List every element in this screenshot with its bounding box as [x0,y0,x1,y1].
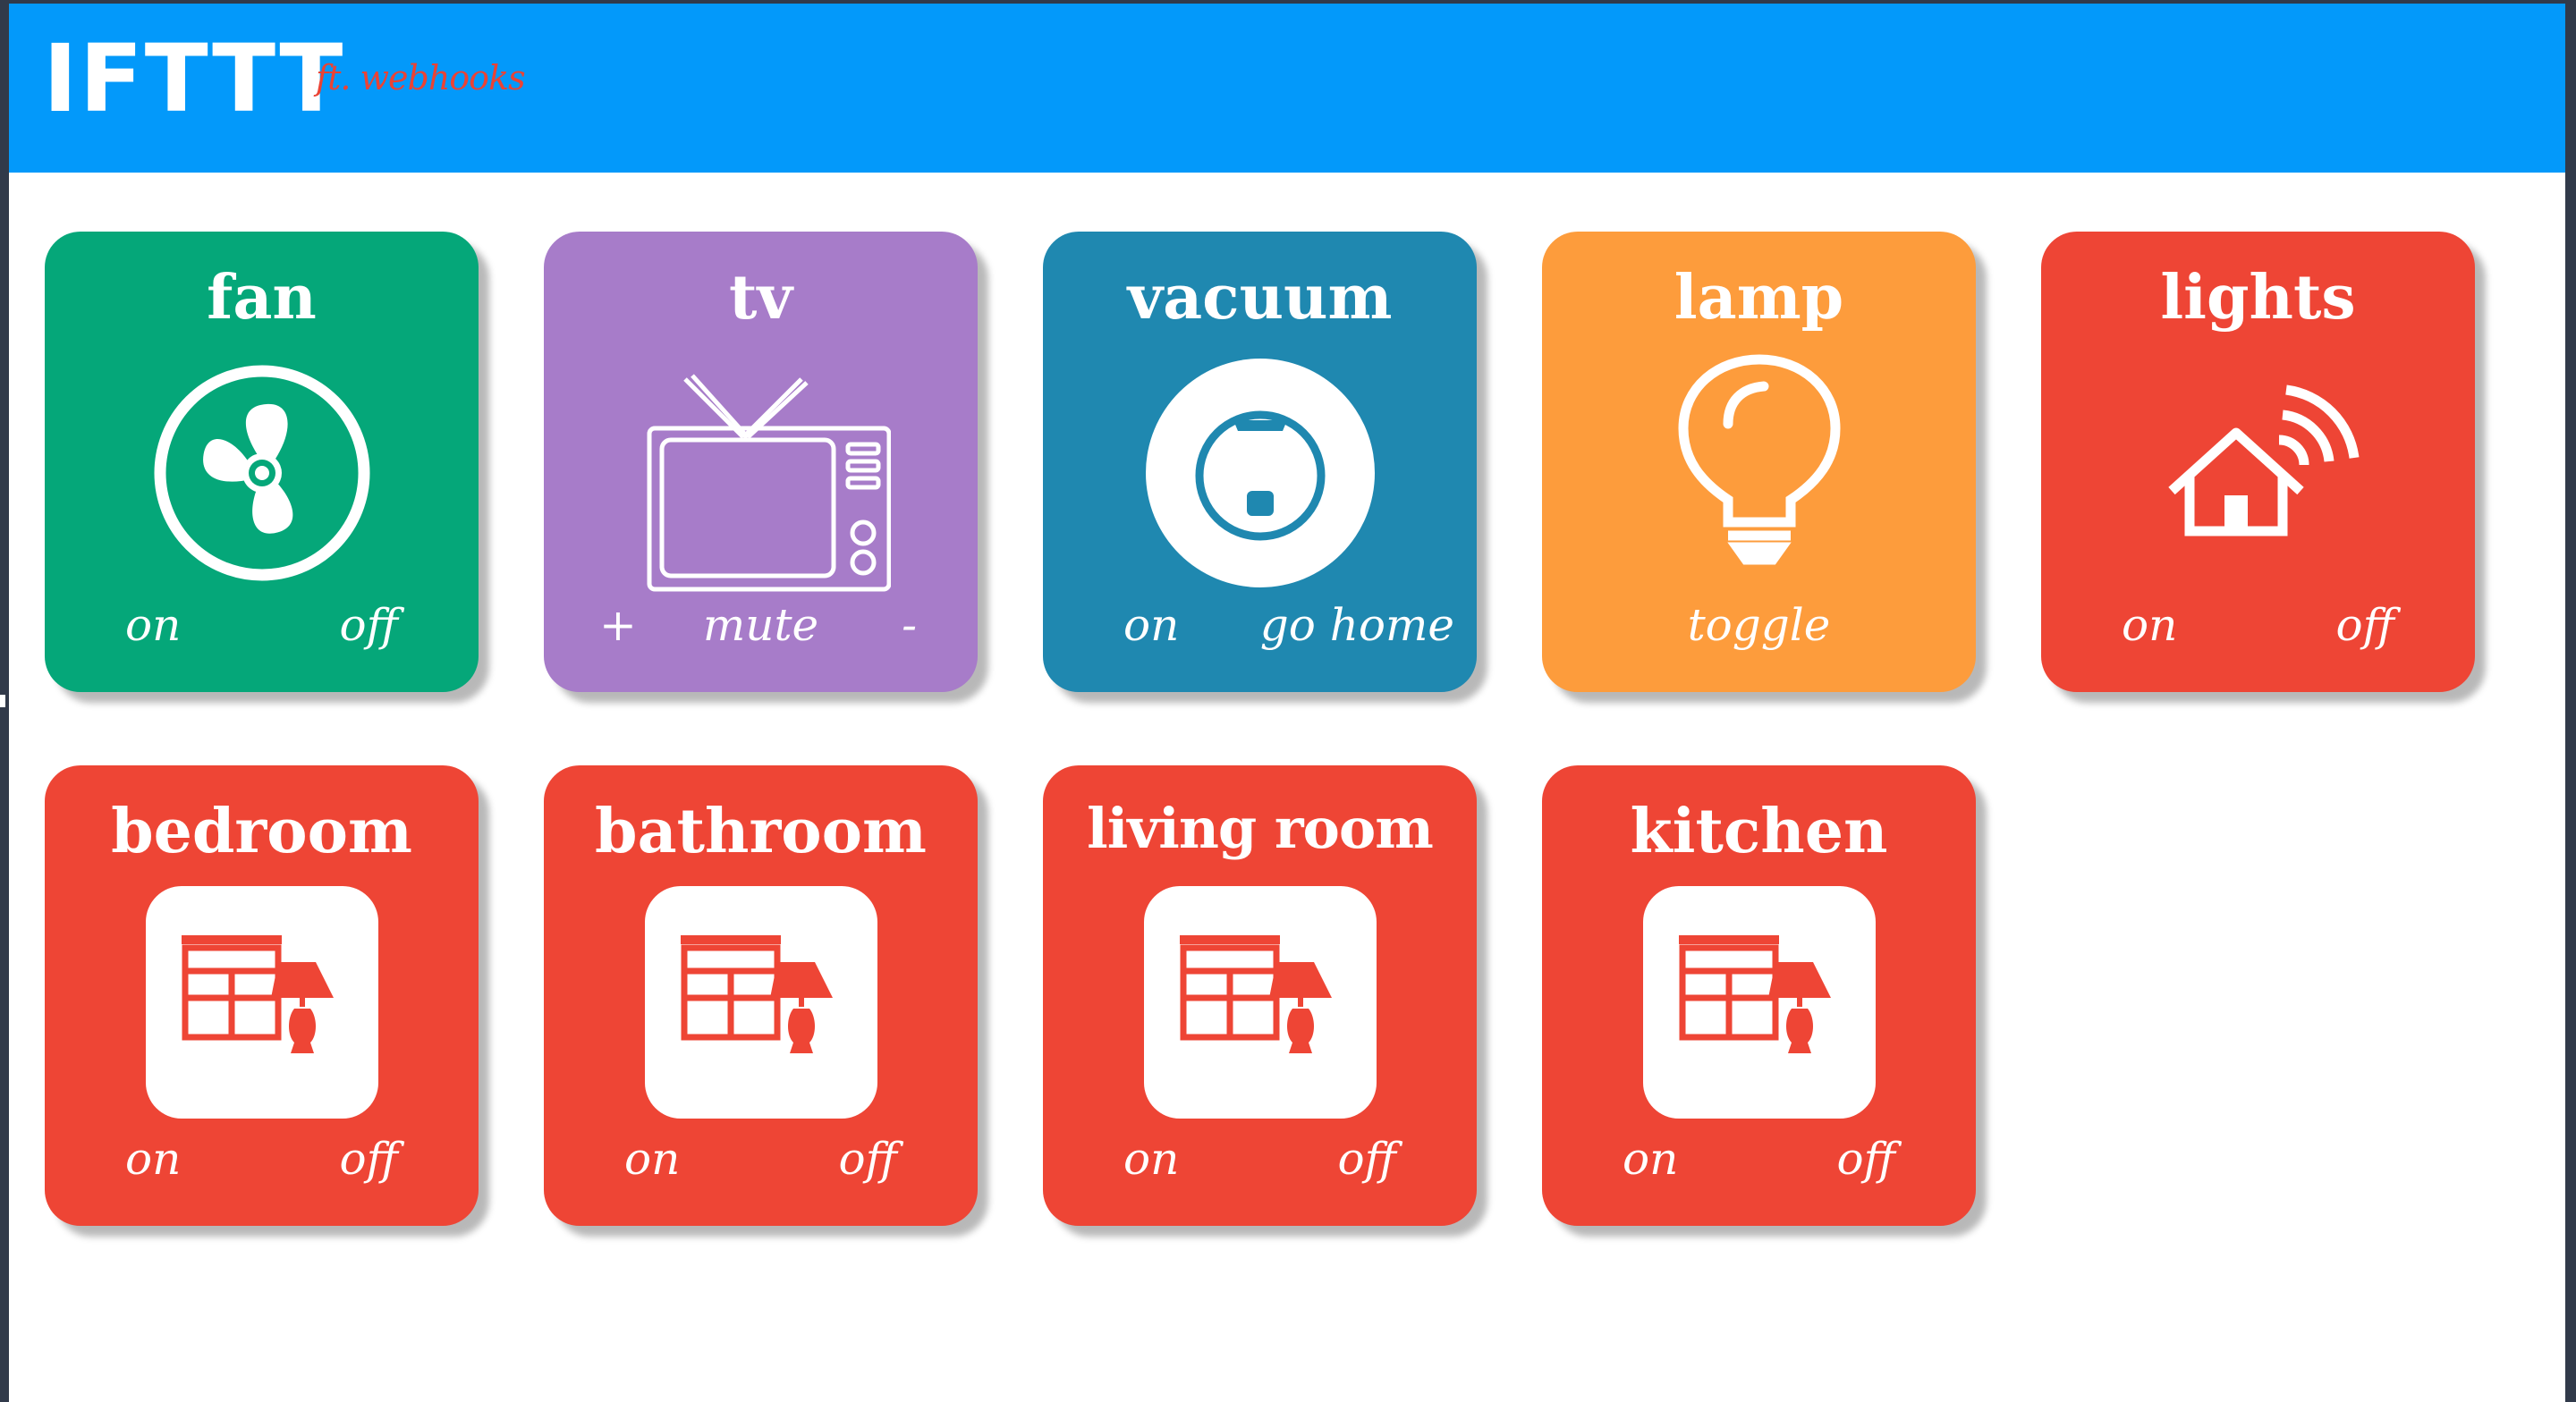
app-window: IFTTT ft. webhooks fan on off tv + mute … [9,4,2565,1402]
tile-tv: tv + mute - [544,232,978,692]
tile-title: bedroom [111,796,412,867]
living-room-off-button[interactable]: off [1337,1136,1396,1181]
tile-title: tv [729,262,792,334]
room-lamp-icon [1542,886,1976,1128]
fan-on-button[interactable]: on [125,603,181,647]
tile-title: kitchen [1630,796,1888,867]
room-lamp-icon [45,886,479,1128]
tile-title: fan [207,262,317,334]
tile-title: lamp [1674,262,1844,334]
room-lamp-icon [544,886,978,1128]
room-lamp-icon [1043,886,1477,1128]
window-edge-marker [0,695,5,707]
tile-title: lights [2160,262,2356,334]
smart-home-icon [2041,352,2475,594]
tile-title: bathroom [595,796,927,867]
lamp-toggle-button[interactable]: toggle [1542,603,1976,647]
kitchen-on-button[interactable]: on [1623,1136,1678,1181]
lightbulb-icon [1542,352,1976,594]
tile-title: living room [1087,796,1434,861]
bedroom-off-button[interactable]: off [339,1136,398,1181]
bathroom-off-button[interactable]: off [838,1136,897,1181]
tile-bathroom: bathroom on off [544,765,978,1226]
room-icon-box [644,886,877,1119]
vacuum-on-button[interactable]: on [1123,603,1179,647]
tile-living-room: living room on off [1043,765,1477,1226]
tv-mute-button[interactable]: mute [696,603,826,647]
fan-icon [45,352,479,594]
tile-lamp: lamp toggle [1542,232,1976,692]
lights-on-button[interactable]: on [2122,603,2177,647]
room-icon-box [145,886,378,1119]
tile-grid: fan on off tv + mute - vacuum on go home… [9,4,2565,1402]
tv-volume-down-button[interactable]: - [902,603,917,647]
tile-title: vacuum [1127,262,1393,334]
robot-vacuum-icon [1043,352,1477,594]
room-icon-box [1642,886,1876,1119]
tile-fan: fan on off [45,232,479,692]
kitchen-off-button[interactable]: off [1836,1136,1895,1181]
tile-bedroom: bedroom on off [45,765,479,1226]
lights-off-button[interactable]: off [2335,603,2394,647]
tv-icon [544,352,978,594]
living-room-on-button[interactable]: on [1123,1136,1179,1181]
tile-lights: lights on off [2041,232,2475,692]
fan-off-button[interactable]: off [339,603,398,647]
tile-kitchen: kitchen on off [1542,765,1976,1226]
tile-vacuum: vacuum on go home [1043,232,1477,692]
room-icon-box [1143,886,1377,1119]
bedroom-on-button[interactable]: on [125,1136,181,1181]
tv-volume-up-button[interactable]: + [599,603,637,647]
bathroom-on-button[interactable]: on [624,1136,680,1181]
vacuum-go-home-button[interactable]: go home [1260,603,1454,647]
